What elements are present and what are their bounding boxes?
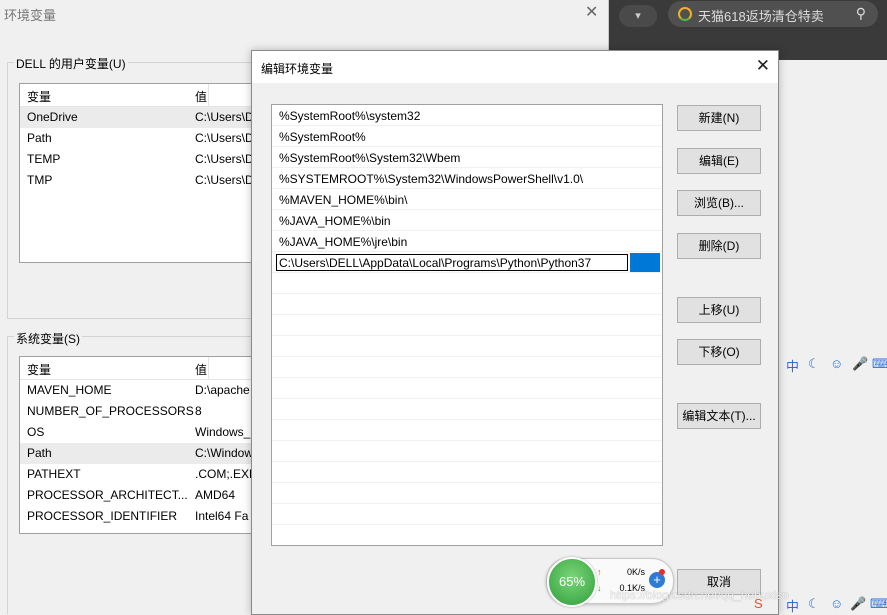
list-item[interactable]: %SystemRoot% <box>272 126 662 147</box>
search-engine-logo-icon <box>678 7 692 21</box>
keyboard-icon[interactable]: ⌨ <box>872 356 887 372</box>
browse-button[interactable]: 浏览(B)... <box>677 190 761 216</box>
dialog-title: 编辑环境变量 <box>261 62 334 76</box>
path-edit-input[interactable] <box>276 254 628 271</box>
table-row[interactable]: PROCESSOR_IDENTIFIER Intel64 Fa <box>20 506 260 527</box>
table-row[interactable]: Path C:\Users\DELL\AppData <box>20 128 260 149</box>
column-header-name[interactable]: 变量 <box>27 88 51 105</box>
smiley-icon[interactable]: ☺ <box>830 596 843 611</box>
selection-highlight <box>630 253 660 272</box>
table-row[interactable]: OneDrive C:\Users\DELL\OneDrive <box>20 107 260 128</box>
browser-dropdown-button[interactable]: ▾ <box>619 5 657 27</box>
upload-speed: 0K/s <box>626 567 645 577</box>
smiley-icon[interactable]: ☺ <box>830 356 843 371</box>
list-item[interactable]: %SYSTEMROOT%\System32\WindowsPowerShell\… <box>272 168 662 189</box>
table-row[interactable]: TEMP C:\Users\DELL\AppData <box>20 149 260 170</box>
move-down-button[interactable]: 下移(O) <box>677 339 761 365</box>
ime-lang-bottom[interactable]: 中 <box>786 596 799 615</box>
table-row[interactable]: Path C:\Windows <box>20 443 260 464</box>
microphone-icon[interactable]: 🎤 <box>852 356 868 372</box>
table-row[interactable]: NUMBER_OF_PROCESSORS 8 <box>20 401 260 422</box>
dialog-titlebar[interactable]: 编辑环境变量 ✕ <box>252 51 778 83</box>
keyboard-icon[interactable]: ⌨ <box>870 596 887 612</box>
microphone-icon[interactable]: 🎤 <box>850 596 866 612</box>
notification-dot <box>659 569 665 575</box>
list-header: 变量 值 <box>20 84 260 107</box>
list-item[interactable]: %JAVA_HOME%\bin <box>272 210 662 231</box>
list-item[interactable]: %MAVEN_HOME%\bin\ <box>272 189 662 210</box>
path-entries-list[interactable]: %SystemRoot%\system32 %SystemRoot% %Syst… <box>271 104 663 546</box>
column-header-name[interactable]: 变量 <box>27 361 51 378</box>
system-variables-list[interactable]: 变量 值 MAVEN_HOME D:\apache NUMBER_OF_PROC… <box>19 356 261 534</box>
delete-button[interactable]: 删除(D) <box>677 233 761 259</box>
table-row[interactable]: PROCESSOR_ARCHITECT... AMD64 <box>20 485 260 506</box>
list-item[interactable]: %SystemRoot%\system32 <box>272 105 662 126</box>
user-variables-list[interactable]: 变量 值 OneDrive C:\Users\DELL\OneDrive Pat… <box>19 83 261 263</box>
upload-arrow-icon: ↑ <box>597 567 602 577</box>
ime-lang[interactable]: 中 <box>786 356 799 375</box>
search-suggestion-text: 天猫618返场清仓特卖 <box>698 9 824 24</box>
magnifier-icon[interactable]: ⚲ <box>856 5 866 22</box>
list-item-editing[interactable] <box>272 252 662 273</box>
edit-environment-variable-dialog: 编辑环境变量 ✕ %SystemRoot%\system32 %SystemRo… <box>251 50 779 615</box>
ime-bottom-bar: S 中 ☾ ☺ 🎤 ⌨ <box>750 596 887 615</box>
column-header-value[interactable]: 值 <box>195 88 207 105</box>
browser-search-box[interactable]: 天猫618返场清仓特卖 ⚲ <box>668 1 878 27</box>
table-row[interactable]: MAVEN_HOME D:\apache <box>20 380 260 401</box>
user-variables-label: DELL 的用户变量(U) <box>14 55 128 72</box>
sogou-logo-icon[interactable]: S <box>754 596 763 611</box>
list-item[interactable]: %SystemRoot%\System32\Wbem <box>272 147 662 168</box>
window-title: 环境变量 <box>4 8 57 23</box>
list-item[interactable]: %JAVA_HOME%\jre\bin <box>272 231 662 252</box>
moon-icon[interactable]: ☾ <box>808 596 820 612</box>
edit-button[interactable]: 编辑(E) <box>677 148 761 174</box>
edit-text-button[interactable]: 编辑文本(T)... <box>677 403 761 429</box>
move-up-button[interactable]: 上移(U) <box>677 297 761 323</box>
table-row[interactable]: OS Windows_NT <box>20 422 260 443</box>
download-arrow-icon: ↓ <box>597 583 602 593</box>
system-variables-label: 系统变量(S) <box>14 330 82 347</box>
ime-toolbar: 中 ☾ ☺ 🎤 ⌨ <box>778 350 887 380</box>
new-button[interactable]: 新建(N) <box>677 105 761 131</box>
close-icon[interactable]: ✕ <box>756 56 770 76</box>
moon-icon[interactable]: ☾ <box>808 356 820 372</box>
table-row[interactable]: PATHEXT .COM;.EXE <box>20 464 260 485</box>
column-header-value[interactable]: 值 <box>195 361 207 378</box>
table-row[interactable]: TMP C:\Users\DELL\AppData <box>20 170 260 191</box>
memory-usage-gauge[interactable]: 65% <box>547 557 597 607</box>
list-header: 变量 值 <box>20 357 260 380</box>
close-icon[interactable]: ✕ <box>585 2 598 22</box>
